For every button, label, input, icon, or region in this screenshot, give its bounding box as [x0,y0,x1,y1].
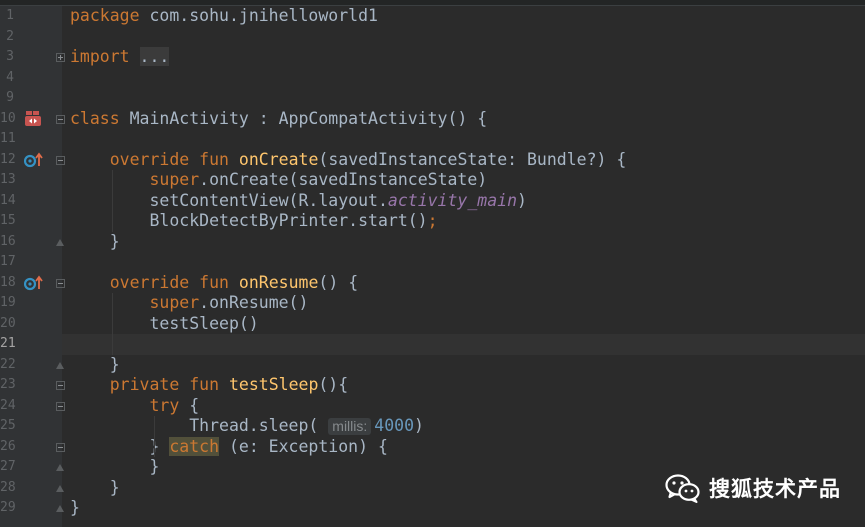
code-text[interactable]: class MainActivity : AppCompatActivity()… [70,109,487,130]
line-number: 21 [0,336,16,351]
code-text[interactable]: try { [70,396,199,417]
line-number: 27 [0,459,16,474]
code-line[interactable]: 26 } catch (e: Exception) { [0,436,865,458]
override-method-icon[interactable] [23,151,46,173]
indent-guide [112,170,113,232]
code-line[interactable]: 19 super.onResume() [0,293,865,314]
code-text[interactable]: } [70,457,159,478]
line-number: 19 [0,295,16,310]
line-number: 22 [0,356,16,372]
line-number: 17 [0,254,16,269]
fold-icon[interactable] [56,401,65,411]
line-number: 1 [6,8,14,23]
code-line[interactable]: 9 [0,88,865,109]
fold-end-icon[interactable] [56,504,65,513]
code-text[interactable]: BlockDetectByPrinter.start(); [70,211,437,232]
fold-end-icon[interactable] [56,238,65,247]
code-line[interactable]: 23 private fun testSleep(){ [0,375,865,396]
line-number: 29 [0,500,16,515]
line-number: 24 [0,397,16,413]
line-number: 15 [0,213,16,228]
fold-icon[interactable] [56,442,65,452]
code-line[interactable]: 18 override fun onResume() { [0,273,865,294]
code-line[interactable]: 24 try { [0,396,865,417]
fold-icon[interactable] [56,53,65,62]
line-number: 14 [0,192,16,208]
line-number: 26 [0,438,16,454]
code-text[interactable]: } [70,232,120,253]
indent-guide [112,293,113,355]
fold-icon[interactable] [56,114,65,124]
code-text[interactable]: } [70,355,120,376]
line-number: 16 [0,233,16,249]
run-class-icon[interactable] [24,110,44,134]
line-number: 3 [6,49,14,64]
code-text[interactable]: super.onResume() [70,293,308,314]
code-line[interactable]: 15 BlockDetectByPrinter.start(); [0,211,865,232]
code-line[interactable]: 10 class MainActivity : AppCompatActivity… [0,109,865,130]
code-text[interactable]: } [70,478,120,499]
fold-icon[interactable] [56,381,65,390]
code-text[interactable]: import ... [70,47,170,68]
fold-end-icon[interactable] [56,484,65,493]
code-line[interactable]: 11 [0,129,865,150]
fold-icon[interactable] [56,155,65,165]
line-number: 10 [0,110,16,126]
code-line[interactable]: 4 [0,68,865,89]
fold-end-icon[interactable] [56,361,65,370]
code-line[interactable]: 20 testSleep() [0,314,865,335]
line-number: 23 [0,377,16,392]
code-text[interactable]: Thread.sleep( millis: 4000) [70,416,424,437]
code-text[interactable]: testSleep() [70,314,258,335]
code-line[interactable]: 2 [0,27,865,48]
code-line[interactable]: 13 super.onCreate(savedInstanceState) [0,170,865,191]
line-number: 18 [0,274,16,290]
line-number: 25 [0,418,16,433]
code-text[interactable]: package com.sohu.jnihelloworld1 [70,6,378,27]
fold-icon[interactable] [56,278,65,288]
code-text[interactable]: override fun onCreate(savedInstanceState… [70,150,627,171]
line-number: 9 [6,90,14,105]
line-number: 28 [0,479,16,495]
code-line[interactable]: 14 setContentView(R.layout.activity_main… [0,191,865,212]
line-number: 11 [0,131,16,146]
code-line[interactable]: 12 override fun onCreate(savedInstanceSt… [0,150,865,171]
line-number: 20 [0,315,16,331]
code-text[interactable]: setContentView(R.layout.activity_main) [70,191,527,212]
fold-end-icon[interactable] [56,463,65,472]
code-text[interactable]: override fun onResume() { [70,273,358,294]
code-text[interactable]: private fun testSleep(){ [70,375,348,396]
code-text[interactable]: } catch (e: Exception) { [70,436,388,458]
wechat-icon [665,474,700,503]
code-text[interactable]: super.onCreate(savedInstanceState) [70,170,487,191]
code-line[interactable]: 1 package com.sohu.jnihelloworld1 [0,6,865,27]
current-line-highlight [62,334,865,355]
code-text[interactable]: } [70,498,80,519]
line-number: 4 [6,69,14,85]
indent-guide [154,416,155,457]
watermark: 搜狐技术产品 [665,470,841,506]
watermark-text: 搜狐技术产品 [709,477,841,501]
code-line[interactable]: 25 Thread.sleep( millis: 4000) [0,416,865,437]
override-method-icon[interactable] [23,274,46,296]
line-number: 13 [0,172,16,187]
line-number: 12 [0,151,16,167]
code-line[interactable]: 16 } [0,232,865,253]
code-line[interactable]: 22 } [0,355,865,376]
line-number: 2 [6,28,14,44]
code-line[interactable]: 3 import ... [0,47,865,68]
code-line[interactable]: 17 [0,252,865,273]
